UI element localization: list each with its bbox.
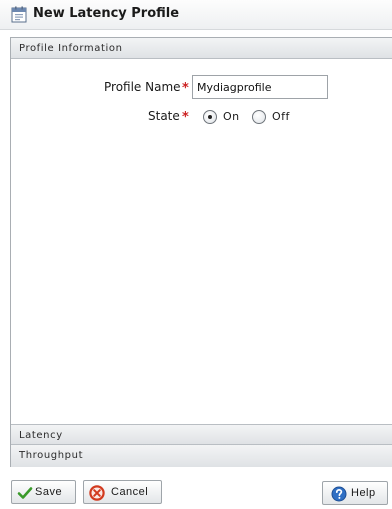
- section-latency[interactable]: Latency: [11, 424, 392, 445]
- help-button[interactable]: Help: [322, 481, 388, 505]
- state-off-radio[interactable]: [252, 110, 266, 124]
- checkmark-icon: [17, 487, 33, 499]
- profile-name-required-marker: *: [182, 81, 189, 96]
- dialog-title: New Latency Profile: [33, 6, 180, 21]
- cancel-label: Cancel: [111, 486, 149, 498]
- calendar-document-icon: [11, 6, 27, 23]
- dialog-titlebar: New Latency Profile: [0, 0, 392, 30]
- help-label: Help: [351, 487, 376, 499]
- state-off-label[interactable]: Off: [272, 110, 290, 123]
- cancel-button[interactable]: Cancel: [83, 480, 162, 504]
- state-label: State: [148, 109, 180, 123]
- state-on-radio[interactable]: [203, 110, 217, 124]
- profile-name-input[interactable]: [192, 75, 328, 99]
- save-button[interactable]: Save: [11, 480, 76, 504]
- profile-panel: Profile Information Profile Name * State…: [10, 37, 392, 467]
- section-profile-information[interactable]: Profile Information: [11, 38, 392, 59]
- profile-name-label: Profile Name: [104, 80, 181, 94]
- save-label: Save: [35, 486, 63, 498]
- state-required-marker: *: [182, 110, 189, 125]
- help-icon: [331, 486, 347, 502]
- section-throughput[interactable]: Throughput: [11, 445, 392, 467]
- state-on-label[interactable]: On: [223, 110, 240, 123]
- cancel-icon: [89, 485, 105, 501]
